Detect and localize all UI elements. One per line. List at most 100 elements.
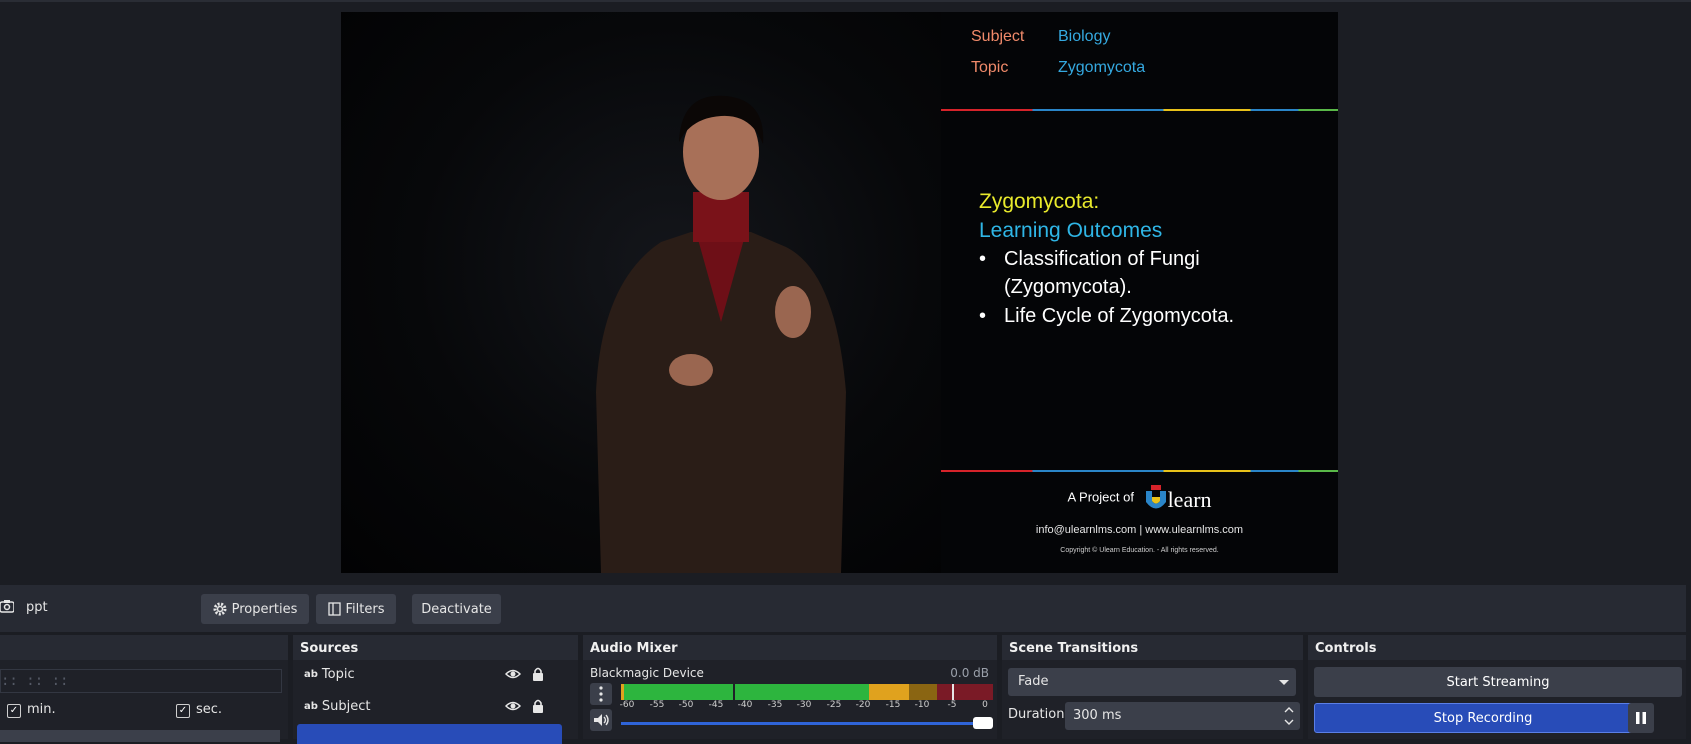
audio-level-meter xyxy=(621,684,993,700)
tick-label: -55 xyxy=(649,700,665,710)
bullet-text: Life Cycle of Zygomycota. xyxy=(1004,305,1235,327)
audio-level-readout: 0.0 dB xyxy=(950,666,989,680)
scene-transitions-title: Scene Transitions xyxy=(1009,641,1139,656)
deactivate-button[interactable]: Deactivate xyxy=(412,594,501,624)
window-top-border xyxy=(0,0,1691,2)
audio-device-name: Blackmagic Device xyxy=(590,666,704,680)
presenter-video xyxy=(341,12,941,573)
tick-label: -5 xyxy=(947,700,957,710)
tick-label: -40 xyxy=(737,700,753,710)
sources-title: Sources xyxy=(300,641,359,656)
contact-info: info@ulearnlms.com | www.ulearnlms.com xyxy=(1035,524,1244,536)
ulearn-logo-text: learn xyxy=(1167,487,1212,512)
duration-spinbox[interactable]: 300 ms xyxy=(1065,702,1300,730)
tick-label: -60 xyxy=(619,700,635,710)
min-checkbox[interactable]: ✓ xyxy=(7,704,21,718)
tick-label: -30 xyxy=(796,700,812,710)
program-preview[interactable]: Subject Biology Topic Zygomycota Zygomyc… xyxy=(341,12,1338,573)
eye-icon[interactable] xyxy=(505,698,521,714)
gear-icon xyxy=(213,602,227,616)
project-credit: A Project of learn xyxy=(941,485,1338,511)
kebab-menu-icon xyxy=(599,686,603,702)
slide-bullet-continuation: (Zygomycota). xyxy=(1004,276,1132,299)
audio-mixer-dock: Audio Mixer Blackmagic Device 0.0 dB -60… xyxy=(583,635,997,739)
ulearn-logo: learn xyxy=(1144,485,1212,511)
tick-label: -20 xyxy=(855,700,871,710)
selected-source-name: ppt xyxy=(26,600,48,615)
bullet-text: (Zygomycota). xyxy=(1004,276,1132,298)
timer-dock-body: :: :: :: ✓ min. ✓ sec. xyxy=(0,660,288,742)
start-streaming-label: Start Streaming xyxy=(1446,674,1550,690)
stop-recording-label: Stop Recording xyxy=(1433,710,1533,726)
tick-label: 0 xyxy=(982,700,988,710)
filter-icon xyxy=(327,602,341,616)
sec-checkbox[interactable]: ✓ xyxy=(176,704,190,718)
controls-title: Controls xyxy=(1315,641,1377,656)
camera-icon xyxy=(0,600,14,613)
lock-icon[interactable] xyxy=(530,666,546,682)
topic-value: Zygomycota xyxy=(1058,59,1146,76)
copyright-text: Copyright © Ulearn Education. - All righ… xyxy=(1060,547,1219,554)
subject-value: Biology xyxy=(1058,28,1111,45)
tick-label: -50 xyxy=(678,700,694,710)
deactivate-label: Deactivate xyxy=(421,601,492,617)
min-label: min. xyxy=(27,702,56,717)
lock-icon[interactable] xyxy=(530,698,546,714)
text-source-icon: ab xyxy=(304,700,318,712)
timer-action-bar[interactable] xyxy=(0,730,280,742)
sources-list: ab Topic ab Subject xyxy=(293,660,578,744)
mute-button[interactable] xyxy=(590,709,612,731)
slide-heading: Zygomycota: xyxy=(979,190,1100,213)
filters-label: Filters xyxy=(345,601,385,617)
audio-device-menu-button[interactable] xyxy=(590,683,612,705)
filters-button[interactable]: Filters xyxy=(316,594,396,624)
bullet-text: Classification of Fungi xyxy=(1004,248,1200,270)
properties-label: Properties xyxy=(231,601,298,617)
source-context-bar: ppt Properties Filters Deactivate xyxy=(0,585,1686,632)
source-item-label: Subject xyxy=(321,698,371,714)
timer-dock: :: :: :: ✓ min. ✓ sec. xyxy=(0,635,288,742)
source-item-topic[interactable]: ab Topic xyxy=(297,660,555,688)
meter-tick-scale: -60 -55 -50 -45 -40 -35 -30 -25 -20 -15 … xyxy=(619,700,993,712)
slide-divider-bottom xyxy=(941,470,1338,472)
tick-label: -25 xyxy=(826,700,842,710)
slide-subheading: Learning Outcomes xyxy=(979,219,1163,242)
tick-label: -35 xyxy=(767,700,783,710)
tick-label: -10 xyxy=(914,700,930,710)
text-source-icon: ab xyxy=(304,668,318,680)
tick-label: -15 xyxy=(885,700,901,710)
topic-label: Topic xyxy=(971,59,1009,76)
chevron-down-icon xyxy=(1279,680,1289,685)
slide-divider-top xyxy=(941,109,1338,111)
tick-label: -45 xyxy=(708,700,724,710)
transition-select[interactable]: Fade xyxy=(1008,668,1296,696)
slide-bullet: • Life Cycle of Zygomycota. xyxy=(979,305,1234,328)
source-item-label: Topic xyxy=(321,666,355,682)
slide-panel: Subject Biology Topic Zygomycota Zygomyc… xyxy=(941,12,1338,573)
pause-icon xyxy=(1636,712,1646,724)
presenter-figure xyxy=(596,95,846,573)
project-text: A Project of xyxy=(1067,489,1134,505)
countdown-display[interactable]: :: :: :: xyxy=(0,669,282,693)
sec-label: sec. xyxy=(196,702,223,717)
slide-bullet: • Classification of Fungi xyxy=(979,248,1200,271)
audio-mixer-title: Audio Mixer xyxy=(590,641,678,656)
pause-recording-button[interactable] xyxy=(1628,703,1654,733)
chevron-down-icon[interactable] xyxy=(1282,716,1296,728)
speaker-icon xyxy=(594,714,609,726)
transition-value: Fade xyxy=(1018,674,1049,689)
start-streaming-button[interactable]: Start Streaming xyxy=(1314,667,1682,697)
volume-slider[interactable] xyxy=(621,717,993,729)
source-item-selected[interactable] xyxy=(297,724,562,744)
bullet-glyph: • xyxy=(979,248,987,270)
source-item-subject[interactable]: ab Subject xyxy=(297,692,555,720)
ulearn-logo-mark-icon xyxy=(1145,485,1166,509)
eye-icon[interactable] xyxy=(505,666,521,682)
scene-transitions-dock: Scene Transitions Fade Duration 300 ms xyxy=(1002,635,1303,739)
controls-dock: Controls Start Streaming Stop Recording xyxy=(1308,635,1686,739)
subject-label: Subject xyxy=(971,28,1025,45)
properties-button[interactable]: Properties xyxy=(201,594,309,624)
bullet-glyph: • xyxy=(979,305,987,327)
chevron-up-icon[interactable] xyxy=(1282,704,1296,716)
stop-recording-button[interactable]: Stop Recording xyxy=(1314,703,1652,733)
